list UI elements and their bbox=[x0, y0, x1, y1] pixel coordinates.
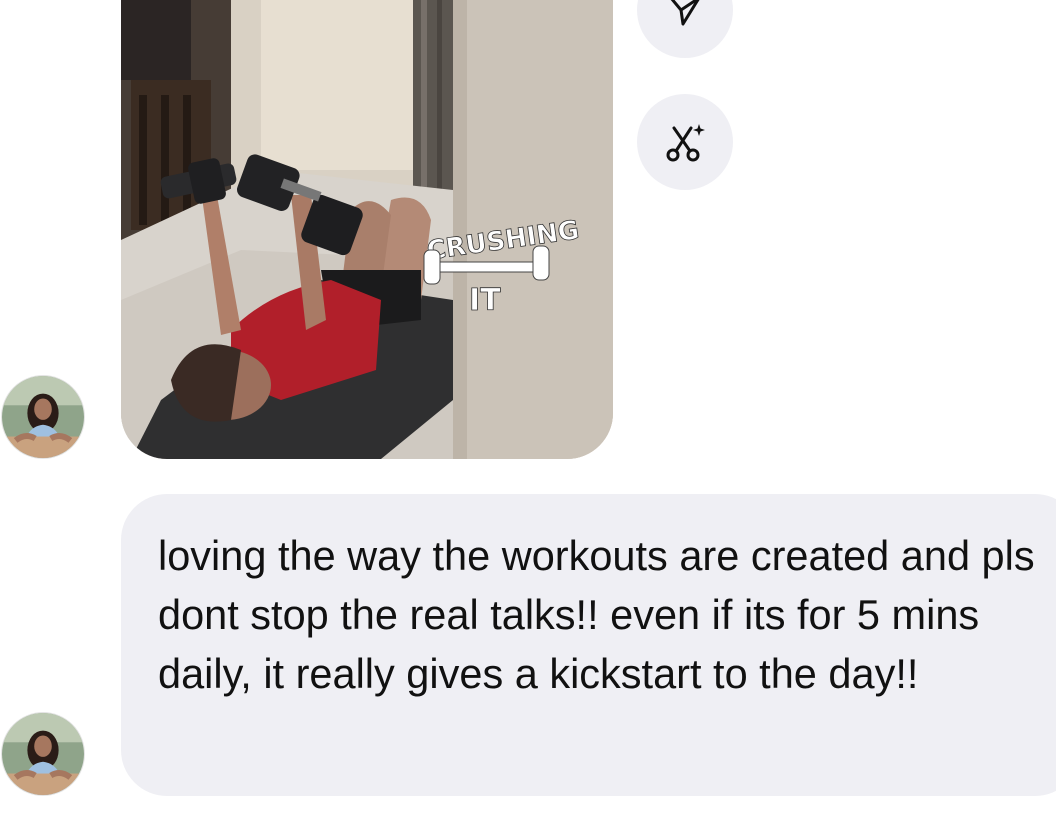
message-text: loving the way the workouts are created … bbox=[158, 532, 1035, 697]
sender-avatar[interactable] bbox=[1, 375, 85, 459]
workout-photo-message[interactable]: CRUSHING IT bbox=[121, 0, 613, 459]
scissors-sparkle-icon bbox=[666, 124, 705, 162]
workout-photo: CRUSHING IT bbox=[121, 0, 613, 459]
send-icon bbox=[670, 0, 700, 26]
sticker-text-bottom: IT bbox=[469, 283, 501, 318]
remix-button[interactable] bbox=[637, 94, 733, 190]
text-message-bubble[interactable]: loving the way the workouts are created … bbox=[121, 494, 1056, 796]
sender-avatar-2[interactable] bbox=[1, 712, 85, 796]
avatar-photo bbox=[2, 376, 84, 458]
avatar-photo bbox=[2, 713, 84, 795]
share-button[interactable] bbox=[637, 0, 733, 58]
